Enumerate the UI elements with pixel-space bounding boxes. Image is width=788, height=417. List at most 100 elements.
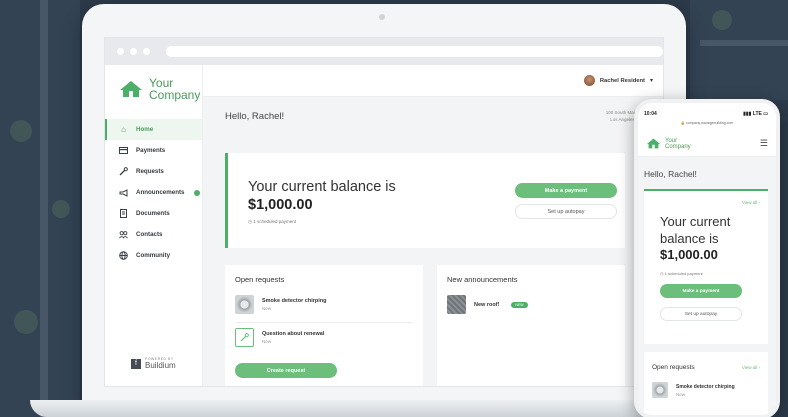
new-badge: NEW bbox=[511, 301, 528, 308]
make-payment-button[interactable]: Make a payment bbox=[515, 183, 617, 198]
window-dot bbox=[117, 48, 124, 55]
request-status: New bbox=[676, 391, 686, 397]
camera-dot bbox=[379, 14, 385, 20]
scheduled-payment-note: ◷ 1 scheduled payment bbox=[248, 219, 296, 225]
card-icon bbox=[119, 146, 128, 155]
laptop-frame: Your Company ⌂ Home Payments Requests An… bbox=[82, 4, 686, 408]
sidebar-item-announcements[interactable]: Announcements bbox=[105, 182, 202, 203]
document-icon bbox=[119, 209, 128, 218]
sidebar-item-label: Contacts bbox=[136, 231, 163, 238]
view-all-link[interactable]: View all › bbox=[742, 365, 760, 370]
hamburger-menu-icon[interactable]: ☰ bbox=[760, 138, 768, 149]
company-logo[interactable]: Your Company bbox=[646, 138, 691, 150]
announcements-title: New announcements bbox=[447, 275, 518, 284]
window-dot bbox=[129, 48, 137, 55]
page-greeting: Hello, Rachel! bbox=[225, 111, 285, 122]
brand-line-2: Company bbox=[665, 143, 691, 150]
create-request-button[interactable]: Create request bbox=[235, 363, 337, 378]
brand-line-2: Company bbox=[149, 88, 201, 102]
open-requests-card: Open requests Smoke detector chirping Ne… bbox=[225, 265, 423, 386]
sidebar-item-home[interactable]: ⌂ Home bbox=[105, 119, 202, 140]
lock-icon: 🔒 bbox=[680, 121, 686, 125]
request-status: New bbox=[262, 339, 272, 344]
balance-title: Your current balance is bbox=[248, 179, 396, 195]
phone-signal: ▮▮▮ LTE ▭ bbox=[743, 111, 768, 117]
balance-title: Your current balance is bbox=[660, 214, 731, 246]
smoke-detector-thumbnail bbox=[652, 382, 668, 398]
wrench-icon bbox=[240, 333, 249, 342]
phone-url-bar[interactable]: 🔒 company.managebuilding.com bbox=[638, 121, 776, 125]
list-item[interactable]: Smoke detector chirping New bbox=[652, 382, 735, 398]
main-content: Rachel Resident ▾ Hello, Rachel! 100 Sou… bbox=[203, 65, 663, 386]
request-title: Smoke detector chirping bbox=[676, 383, 735, 390]
open-requests-card: Open requests View all › Smoke detector … bbox=[644, 352, 768, 415]
laptop-screen: Your Company ⌂ Home Payments Requests An… bbox=[104, 37, 664, 387]
buildium-logo-icon: f bbox=[131, 358, 141, 369]
request-thumbnail bbox=[235, 328, 254, 347]
open-requests-title: Open requests bbox=[235, 275, 285, 284]
house-logo-icon bbox=[646, 138, 661, 149]
browser-chrome bbox=[105, 38, 663, 65]
megaphone-icon bbox=[119, 188, 128, 197]
sidebar-item-payments[interactable]: Payments bbox=[105, 140, 202, 161]
signal-bars-icon: ▮▮▮ bbox=[743, 111, 752, 117]
sidebar: Your Company ⌂ Home Payments Requests An… bbox=[105, 65, 203, 386]
make-payment-button[interactable]: Make a payment bbox=[660, 284, 742, 298]
balance-amount: $1,000.00 bbox=[660, 247, 718, 262]
battery-icon: ▭ bbox=[763, 111, 768, 117]
clock-icon: ◷ bbox=[248, 219, 252, 224]
balance-card: Your current balance is $1,000.00 ◷ 1 sc… bbox=[225, 153, 625, 248]
phone-status-bar: 10:04 ▮▮▮ LTE ▭ bbox=[644, 111, 768, 117]
sidebar-item-requests[interactable]: Requests bbox=[105, 161, 202, 182]
powered-by-buildium: f POWERED BY Buildium bbox=[131, 357, 176, 370]
smoke-detector-thumbnail bbox=[235, 295, 254, 314]
brand-name: Your Company bbox=[665, 138, 691, 150]
house-logo-icon bbox=[120, 81, 142, 97]
setup-autopay-button[interactable]: Set up autopay bbox=[660, 307, 742, 321]
clock-icon: ◷ bbox=[660, 271, 664, 276]
phone-time: 10:04 bbox=[644, 111, 657, 117]
company-logo[interactable]: Your Company bbox=[105, 65, 202, 101]
brand-name: Your Company bbox=[149, 77, 200, 101]
sidebar-item-label: Documents bbox=[136, 210, 170, 217]
scheduled-payment-text: 1 scheduled payment bbox=[664, 271, 703, 276]
avatar[interactable] bbox=[583, 75, 595, 86]
sidebar-item-label: Payments bbox=[136, 147, 166, 154]
powered-by-name: Buildium bbox=[145, 361, 176, 370]
sidebar-item-documents[interactable]: Documents bbox=[105, 203, 202, 224]
view-all-link[interactable]: View all › bbox=[742, 200, 760, 205]
contacts-icon bbox=[119, 230, 128, 239]
sidebar-item-label: Requests bbox=[136, 168, 164, 175]
phone-frame: 10:04 ▮▮▮ LTE ▭ 🔒 company.managebuilding… bbox=[634, 99, 780, 417]
phone-url-text: company.managebuilding.com bbox=[686, 121, 734, 125]
chevron-down-icon[interactable]: ▾ bbox=[650, 77, 653, 84]
sidebar-nav: ⌂ Home Payments Requests Announcements D… bbox=[105, 119, 202, 266]
request-title: Question about renewal bbox=[262, 331, 325, 337]
phone-body: Hello, Rachel! View all › Your current b… bbox=[638, 157, 776, 415]
view-all-text: View all bbox=[741, 200, 758, 205]
request-title: Smoke detector chirping bbox=[262, 298, 327, 304]
sidebar-item-contacts[interactable]: Contacts bbox=[105, 224, 202, 245]
setup-autopay-button[interactable]: Set up autopay bbox=[515, 204, 617, 219]
announcements-card: New announcements New roof! NEW bbox=[437, 265, 625, 386]
app-window: Your Company ⌂ Home Payments Requests An… bbox=[105, 65, 663, 386]
scheduled-payment-text: 1 scheduled payment bbox=[253, 219, 296, 224]
globe-icon bbox=[119, 251, 128, 260]
sidebar-item-community[interactable]: Community bbox=[105, 245, 202, 266]
list-item[interactable]: Smoke detector chirping New bbox=[235, 295, 327, 314]
scheduled-payment-note: ◷ 1 scheduled payment bbox=[660, 271, 703, 276]
open-requests-title: Open requests bbox=[652, 364, 695, 371]
announcement-title: New roof! bbox=[474, 301, 500, 308]
network-type: LTE bbox=[752, 111, 762, 117]
home-icon: ⌂ bbox=[121, 125, 126, 134]
list-item[interactable]: Question about renewal New bbox=[235, 328, 324, 347]
sidebar-item-label: Community bbox=[136, 252, 171, 259]
address-bar[interactable] bbox=[165, 46, 663, 57]
sidebar-item-label: Announcements bbox=[136, 189, 185, 196]
sidebar-item-label: Home bbox=[136, 126, 154, 133]
list-item[interactable]: New roof! NEW bbox=[447, 295, 528, 314]
request-status: New bbox=[262, 306, 272, 311]
phone-header: Your Company ☰ bbox=[638, 131, 776, 157]
user-menu-name[interactable]: Rachel Resident bbox=[600, 78, 645, 84]
roof-thumbnail bbox=[447, 295, 466, 314]
